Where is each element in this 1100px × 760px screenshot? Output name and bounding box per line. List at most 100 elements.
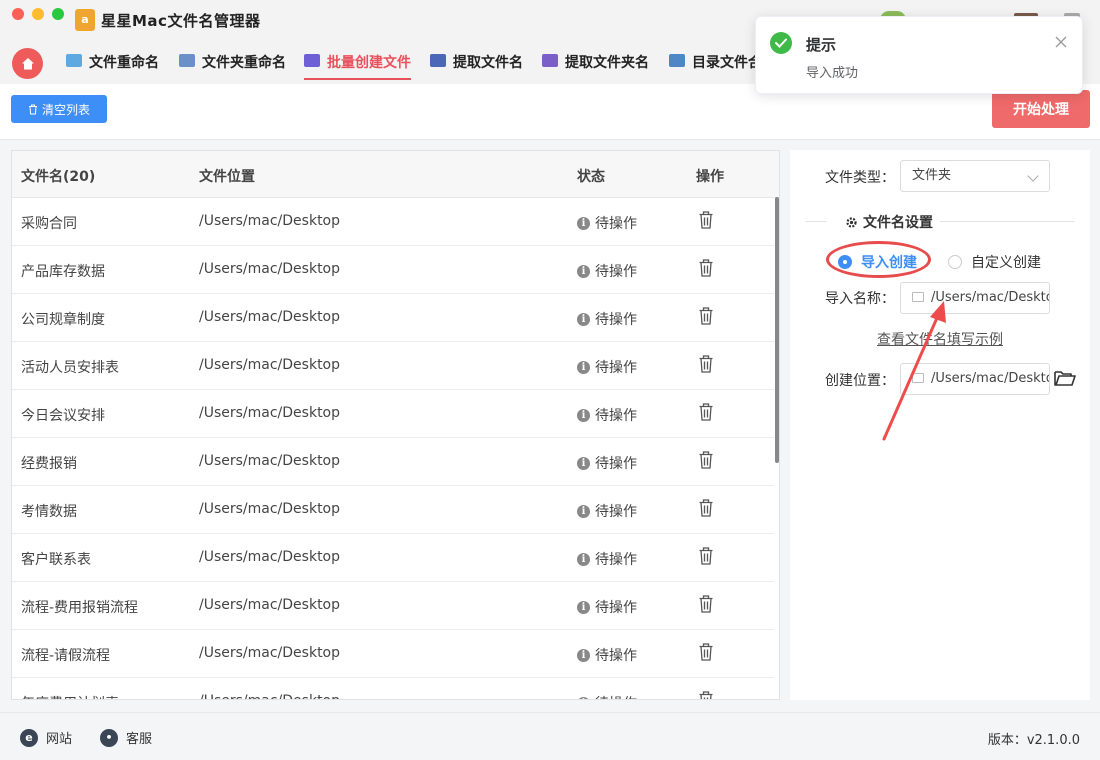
info-icon: i [577,264,590,278]
delete-trash-icon[interactable] [698,546,714,566]
section-divider-right [940,221,1075,222]
tab-1[interactable]: 文件重命名 [66,52,159,80]
table-row[interactable]: 流程-费用报销流程/Users/mac/Desktop i 待操作 [12,582,774,630]
table-row[interactable]: 采购合同/Users/mac/Desktop i 待操作 [12,198,774,246]
table-scrollbar[interactable] [775,197,779,463]
delete-trash-icon[interactable] [698,642,714,662]
version-text: 版本：v2.1.0.0 [987,733,1080,748]
table-row[interactable]: 今日会议安排/Users/mac/Desktop i 待操作 [12,390,774,438]
row-location: /Users/mac/Desktop [199,309,341,325]
row-status: i 待操作 [577,501,637,521]
tab-label: 提取文件名 [453,55,523,71]
header-filename[interactable]: 文件名(20) [21,166,95,186]
header-status: 状态 [577,169,605,185]
table-header: 文件名(20) 文件位置 状态 操作 [12,151,779,198]
app-title: 星星Mac文件名管理器 [101,12,261,30]
radio-custom-create[interactable]: 自定义创建 [948,252,1041,272]
row-status: i 待操作 [577,213,637,233]
row-status-text: 待操作 [595,552,637,568]
row-filename: 经费报销 [21,456,77,472]
tab-label: 目录文件合 [692,55,762,71]
row-filename: 客户联系表 [21,552,91,568]
info-icon: i [577,456,590,470]
gear-icon [846,216,857,228]
file-type-select[interactable]: 文件夹 [900,160,1050,192]
clear-list-button[interactable]: 清空列表 [11,95,107,123]
clear-list-label: 清空列表 [41,102,90,117]
row-status: i 待操作 [577,261,637,281]
row-filename: 流程-请假流程 [21,648,111,664]
delete-trash-icon[interactable] [698,306,714,326]
row-location: /Users/mac/Desktop [199,261,341,277]
tab-6[interactable]: 目录文件合 [669,52,762,80]
table-row[interactable]: 经费报销/Users/mac/Desktop i 待操作 [12,438,774,486]
tab-4[interactable]: 提取文件名 [430,52,523,80]
tab-icon [542,54,558,67]
delete-trash-icon[interactable] [698,498,714,518]
delete-trash-icon[interactable] [698,690,714,700]
start-processing-button[interactable]: 开始处理 [992,90,1090,128]
table-row[interactable]: 活动人员安排表/Users/mac/Desktop i 待操作 [12,342,774,390]
row-location: /Users/mac/Desktop [199,213,341,229]
tab-3[interactable]: 批量创建文件 [304,52,411,80]
delete-trash-icon[interactable] [698,402,714,422]
row-status: i 待操作 [577,357,637,377]
delete-trash-icon[interactable] [698,258,714,278]
table-row[interactable]: 流程-请假流程/Users/mac/Desktop i 待操作 [12,630,774,678]
app-logo-icon: a [75,9,95,31]
row-filename: 流程-费用报销流程 [21,600,139,616]
delete-trash-icon[interactable] [698,210,714,230]
file-type-label: 文件类型： [825,170,895,186]
radio-custom-dot [948,255,962,269]
info-icon: i [577,360,590,374]
filename-settings-title: 文件名设置 [845,212,933,232]
close-icon[interactable] [1054,35,1068,49]
row-filename: 考情数据 [21,504,77,520]
customer-service-link[interactable]: • 客服 [100,728,152,747]
file-type-value: 文件夹 [912,168,952,183]
chat-icon: • [100,728,118,747]
tab-2[interactable]: 文件夹重命名 [179,52,286,80]
row-filename: 公司规章制度 [21,312,105,328]
highlight-ellipse [826,241,931,278]
home-button[interactable] [12,48,43,79]
close-window-button[interactable] [12,8,24,20]
row-status: i 待操作 [577,405,637,425]
tab-label: 批量创建文件 [327,55,411,71]
row-status-text: 待操作 [595,693,637,699]
row-status: i 待操作 [577,453,637,473]
row-filename: 活动人员安排表 [21,360,119,376]
info-icon: i [577,312,590,326]
row-location: /Users/mac/Desktop [199,405,341,421]
service-label: 客服 [126,732,153,747]
delete-trash-icon[interactable] [698,354,714,374]
row-status-text: 待操作 [595,312,637,328]
delete-trash-icon[interactable] [698,450,714,470]
website-label: 网站 [46,732,73,747]
table-row[interactable]: 产品库存数据/Users/mac/Desktop i 待操作 [12,246,774,294]
section-divider-left [805,221,827,222]
minimize-window-button[interactable] [32,8,44,20]
row-status: i 待操作 [577,309,637,329]
info-icon: i [577,504,590,518]
info-icon: i [577,216,590,230]
row-status: i 待操作 [577,549,637,569]
info-icon: i [577,696,590,699]
open-folder-icon[interactable] [1054,369,1076,387]
table-row[interactable]: 客户联系表/Users/mac/Desktop i 待操作 [12,534,774,582]
row-status-text: 待操作 [595,504,637,520]
tab-label: 文件夹重命名 [202,55,286,71]
row-status-text: 待操作 [595,360,637,376]
tab-5[interactable]: 提取文件夹名 [542,52,649,80]
row-status-text: 待操作 [595,456,637,472]
delete-trash-icon[interactable] [698,594,714,614]
info-icon: i [577,552,590,566]
table-row[interactable]: 公司规章制度/Users/mac/Desktop i 待操作 [12,294,774,342]
table-row[interactable]: 年度费用计划表/Users/mac/Desktop i 待操作 [12,678,774,700]
home-icon [21,57,34,69]
row-location: /Users/mac/Desktop [199,357,341,373]
website-link[interactable]: e 网站 [20,728,72,747]
table-row[interactable]: 考情数据/Users/mac/Desktop i 待操作 [12,486,774,534]
maximize-window-button[interactable] [52,8,64,20]
website-icon: e [20,728,38,747]
